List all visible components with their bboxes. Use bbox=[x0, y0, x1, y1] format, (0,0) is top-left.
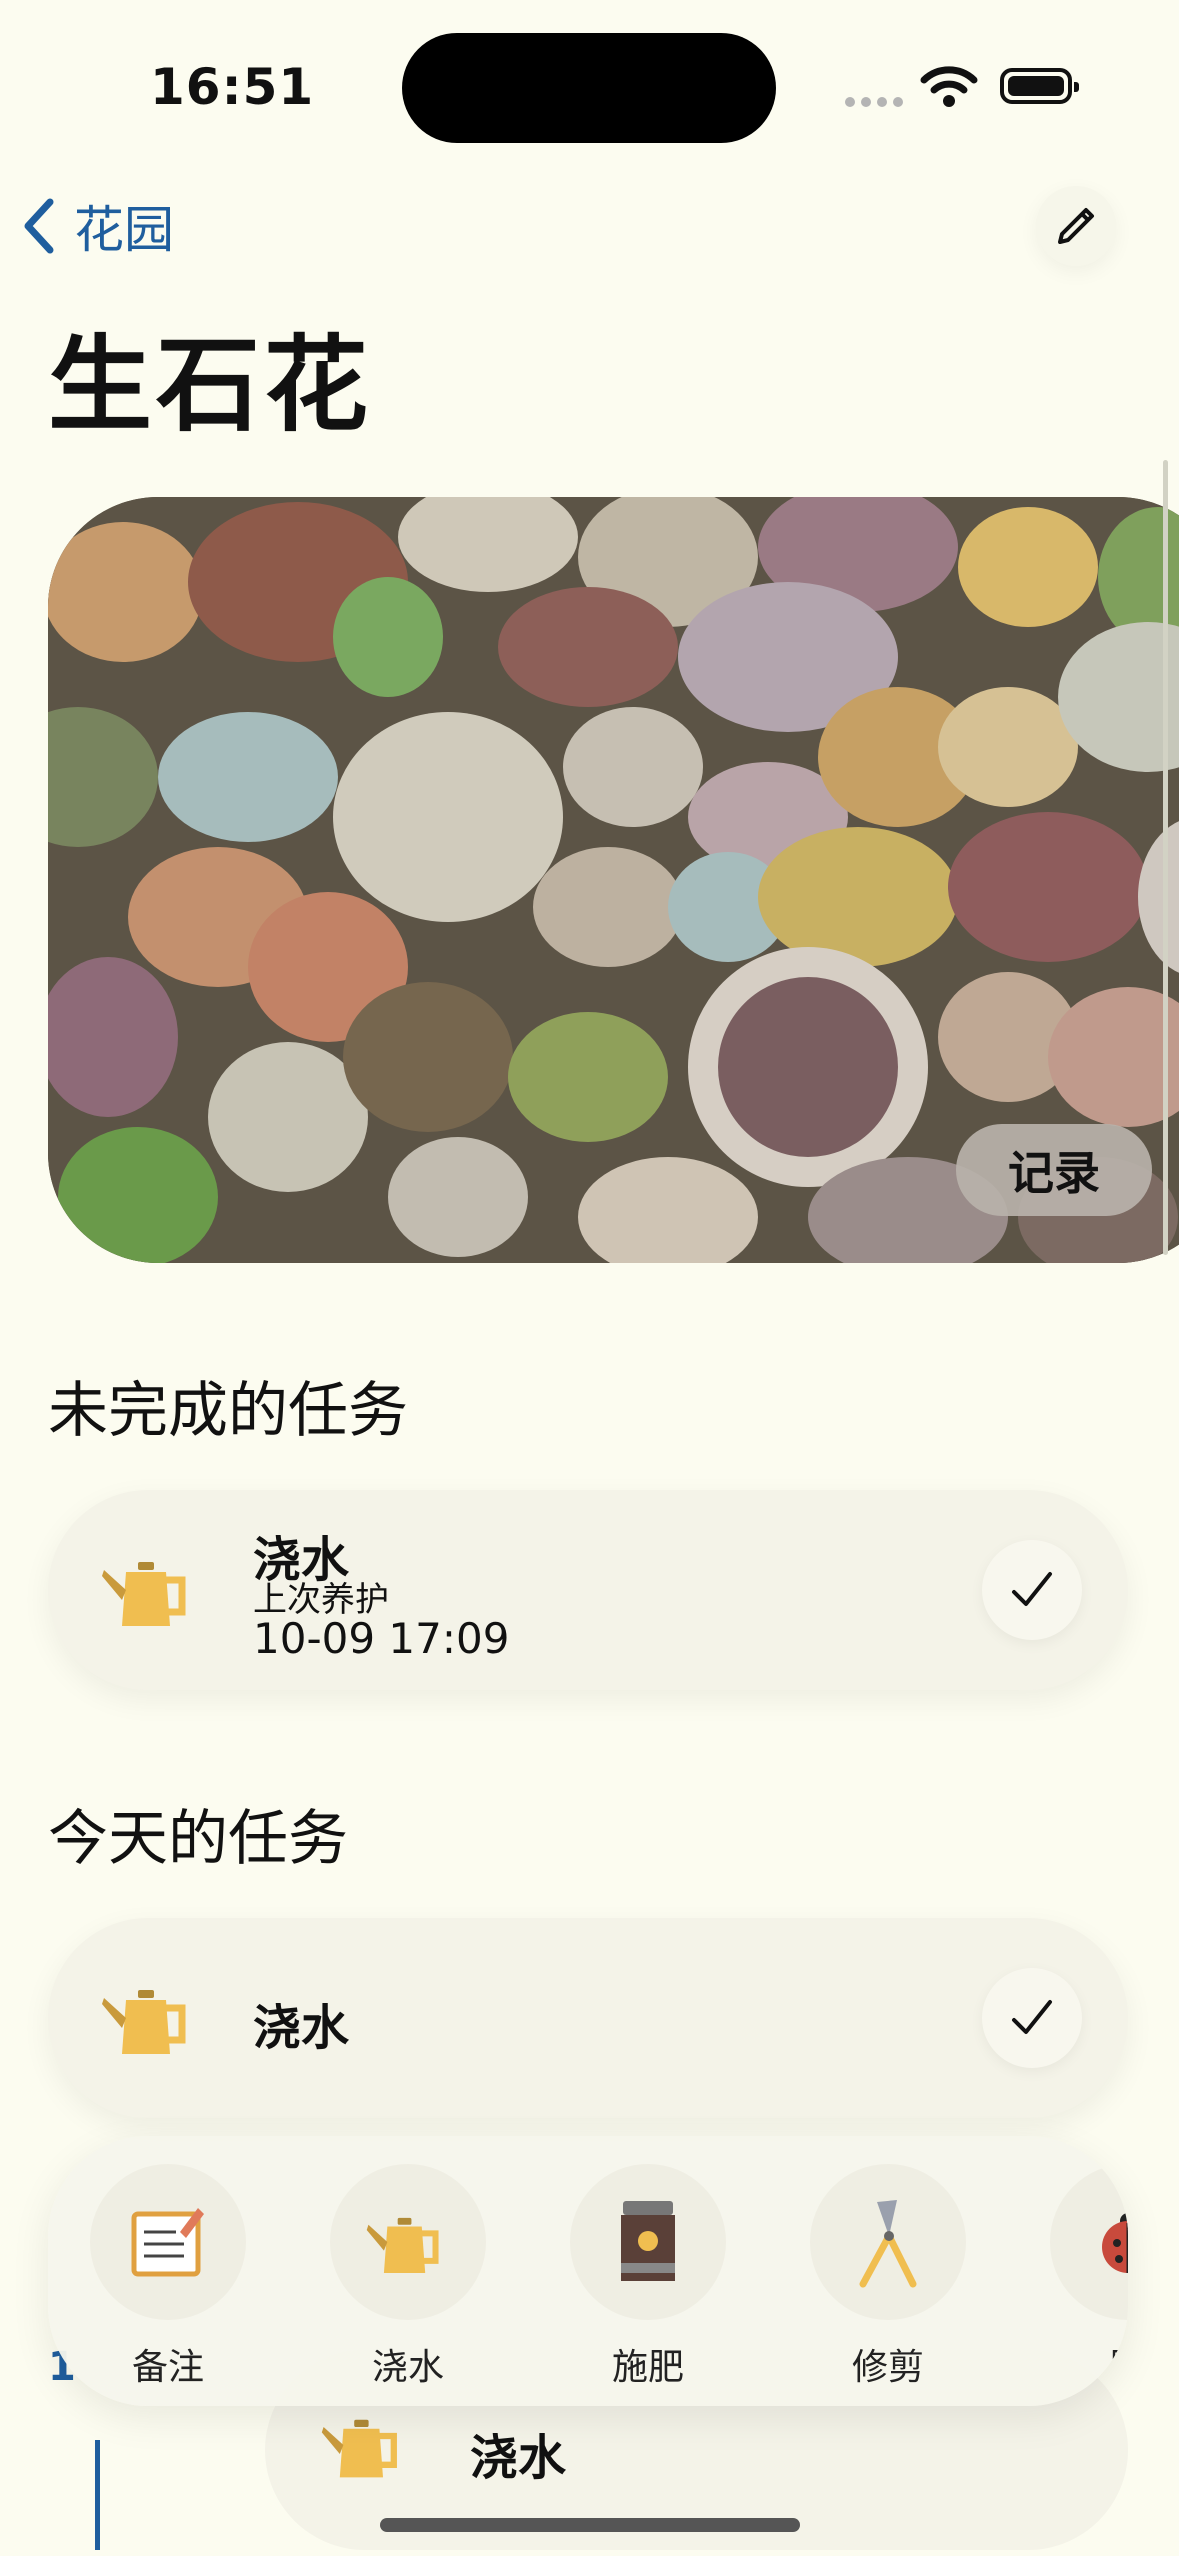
toolbar-label: 修剪 bbox=[851, 2347, 924, 2388]
edit-button[interactable] bbox=[1036, 186, 1116, 266]
toolbar-label: 除 bbox=[1109, 2347, 1128, 2388]
fertilizer-bag-icon bbox=[621, 2201, 675, 2281]
timeline-entry-name: 浇水 bbox=[470, 2430, 567, 2486]
home-indicator[interactable] bbox=[380, 2518, 800, 2532]
task-name: 浇水 bbox=[253, 2000, 350, 2056]
back-label: 花园 bbox=[74, 201, 174, 259]
toolbar-label: 浇水 bbox=[371, 2347, 444, 2388]
watering-can-icon bbox=[100, 1968, 200, 2072]
care-action-toolbar: 备注 浇水 施肥 修剪 除 bbox=[48, 2136, 1128, 2406]
checkmark-icon bbox=[1012, 1572, 1052, 1606]
toolbar-label: 施肥 bbox=[611, 2347, 684, 2388]
pruning-shears-icon bbox=[859, 2200, 917, 2288]
toolbar-pest-button[interactable]: 除 bbox=[1048, 2164, 1128, 2390]
back-button[interactable]: 花园 bbox=[22, 190, 174, 262]
ladybug-icon bbox=[1102, 2213, 1128, 2273]
checkmark-icon bbox=[1012, 2000, 1052, 2034]
section-today-tasks: 今天的任务 bbox=[48, 1804, 348, 1874]
complete-task-button[interactable] bbox=[982, 1968, 1082, 2068]
scroll-indicator[interactable] bbox=[1163, 460, 1168, 1255]
timeline-line bbox=[95, 2440, 100, 2550]
wifi-icon bbox=[920, 66, 978, 112]
note-icon bbox=[131, 2208, 204, 2277]
last-care-time: 10-09 17:09 bbox=[253, 1614, 510, 1663]
pencil-icon bbox=[1058, 208, 1094, 244]
toolbar-label: 备注 bbox=[131, 2347, 204, 2388]
watering-can-icon bbox=[100, 1540, 200, 1644]
watering-can-icon bbox=[320, 2400, 410, 2494]
plant-title: 生石花 bbox=[48, 324, 373, 446]
status-time: 16:51 bbox=[150, 58, 315, 116]
chevron-left-icon bbox=[24, 198, 54, 254]
section-incomplete-tasks: 未完成的任务 bbox=[48, 1376, 408, 1446]
task-card[interactable]: 浇水 bbox=[48, 1918, 1128, 2118]
toolbar-fertilize-button[interactable]: 施肥 bbox=[568, 2164, 728, 2390]
watering-can-icon bbox=[366, 2217, 439, 2273]
cellular-signal-icon bbox=[845, 92, 909, 111]
task-card[interactable]: 浇水 上次养护 10-09 17:09 bbox=[48, 1490, 1128, 1690]
toolbar-prune-button[interactable]: 修剪 bbox=[808, 2164, 968, 2390]
dynamic-island bbox=[402, 33, 776, 143]
record-button[interactable]: 记录 bbox=[956, 1124, 1152, 1216]
toolbar-note-button[interactable]: 备注 bbox=[88, 2164, 248, 2390]
complete-task-button[interactable] bbox=[982, 1540, 1082, 1640]
toolbar-water-button[interactable]: 浇水 bbox=[328, 2164, 488, 2390]
battery-icon bbox=[1000, 68, 1079, 104]
